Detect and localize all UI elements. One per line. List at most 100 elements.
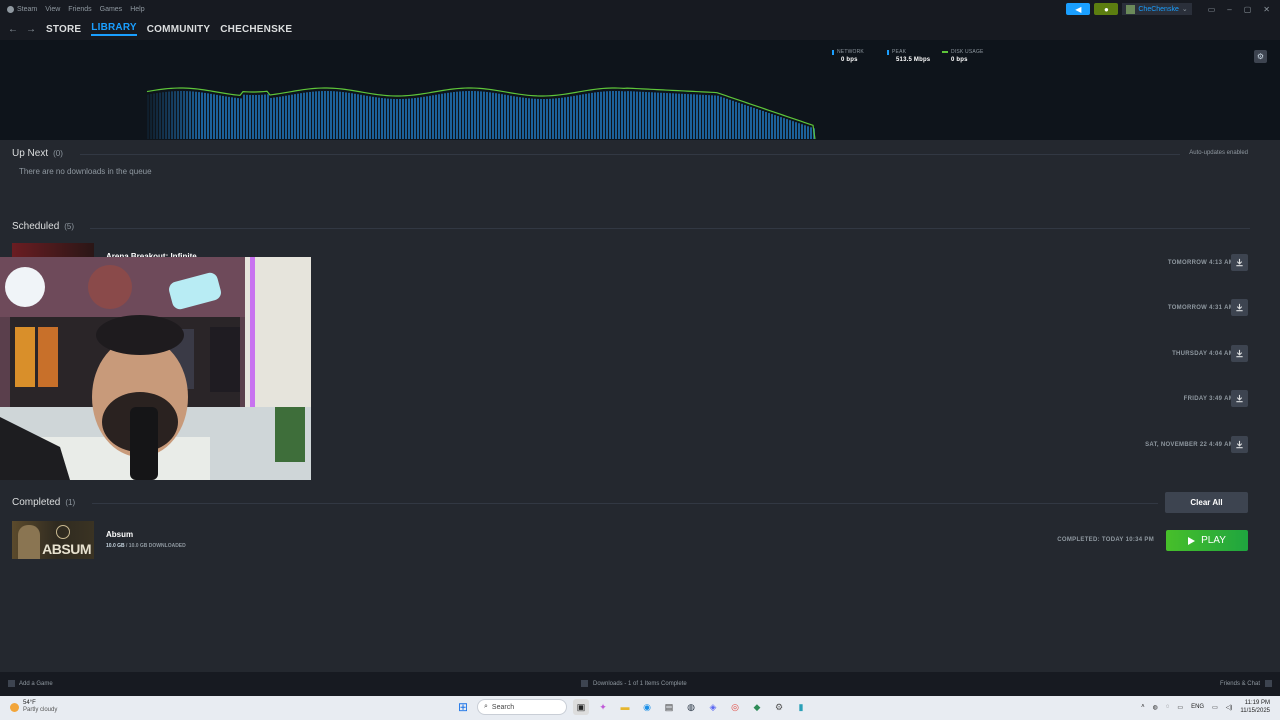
network-bar: [582, 94, 584, 139]
play-button[interactable]: PLAY: [1166, 530, 1248, 551]
network-bar: [213, 94, 215, 139]
clock[interactable]: 11:19 PM 11/15/2025: [1240, 699, 1270, 715]
gear-icon: ⚙: [1256, 52, 1265, 61]
store-icon[interactable]: ▤: [661, 699, 677, 715]
network-bar: [750, 106, 752, 139]
network-bar: [459, 91, 461, 139]
network-bar: [387, 98, 389, 139]
back-arrow-icon[interactable]: ←: [8, 24, 18, 35]
clear-all-button[interactable]: Clear All: [1165, 492, 1248, 513]
network-bar: [732, 100, 734, 139]
network-bar: [735, 101, 737, 139]
downloads-status[interactable]: Downloads - 1 of 1 Items Complete: [581, 680, 687, 687]
network-bar: [432, 95, 434, 139]
network-bar: [267, 94, 269, 139]
download-now-button[interactable]: [1231, 436, 1248, 453]
network-bar: [801, 124, 803, 139]
legend-network-label: NETWORK: [837, 49, 864, 55]
announcements-button[interactable]: ◀: [1066, 3, 1091, 15]
chevron-down-icon: ⌄: [1181, 6, 1188, 13]
tab-store[interactable]: STORE: [46, 24, 81, 35]
maximize-icon[interactable]: ▢: [1244, 5, 1252, 14]
network-bar: [531, 98, 533, 139]
network-bar: [612, 91, 614, 139]
network-bar: [597, 92, 599, 139]
discord-icon[interactable]: ◈: [705, 699, 721, 715]
taskbar-search[interactable]: ⌕ Search: [477, 699, 567, 715]
weather-widget[interactable]: 54°F Partly cloudy: [10, 700, 57, 714]
download-now-button[interactable]: [1231, 390, 1248, 407]
big-picture-icon[interactable]: ▭: [1208, 5, 1216, 14]
menu-friends[interactable]: Friends: [68, 6, 91, 13]
network-bar: [441, 93, 443, 139]
network-bar: [351, 93, 353, 139]
network-bar: [405, 98, 407, 139]
settings-button[interactable]: ⚙: [1254, 50, 1267, 63]
network-bar: [414, 98, 416, 139]
network-bar: [798, 123, 800, 139]
network-bar: [714, 95, 716, 139]
user-menu[interactable]: CheChenske ⌄: [1122, 3, 1192, 15]
forward-arrow-icon[interactable]: →: [26, 24, 36, 35]
network-bar: [225, 96, 227, 139]
network-icon[interactable]: ▭: [1212, 704, 1218, 711]
volume-icon[interactable]: ◁): [1226, 704, 1233, 711]
tab-profile[interactable]: CHECHENSKE: [220, 24, 292, 35]
download-now-button[interactable]: [1231, 254, 1248, 271]
network-bar: [369, 96, 371, 139]
tray-app-icon[interactable]: ◌: [1166, 704, 1170, 710]
download-now-button[interactable]: [1231, 299, 1248, 316]
game-thumbnail[interactable]: ABSUM: [12, 521, 94, 559]
network-bar: [600, 91, 602, 139]
tab-library[interactable]: LIBRARY: [91, 22, 137, 36]
file-explorer-icon[interactable]: ▬: [617, 699, 633, 715]
network-bar: [321, 91, 323, 139]
menu-steam[interactable]: Steam: [17, 6, 37, 13]
copilot-icon[interactable]: ✦: [595, 699, 611, 715]
network-bar: [603, 91, 605, 139]
add-game-button[interactable]: Add a Game: [8, 680, 53, 687]
close-icon[interactable]: ✕: [1263, 5, 1270, 14]
network-bar: [210, 93, 212, 139]
steam-icon[interactable]: ◍: [683, 699, 699, 715]
legend-disk-label: DISK USAGE: [951, 49, 984, 55]
settings-icon[interactable]: ⚙: [771, 699, 787, 715]
tab-community[interactable]: COMMUNITY: [147, 24, 210, 35]
menu-help[interactable]: Help: [130, 6, 144, 13]
completed-game-name[interactable]: Absum: [106, 530, 133, 539]
tray-overflow-icon[interactable]: ˄: [1141, 704, 1145, 710]
app-icon[interactable]: ▮: [793, 699, 809, 715]
tray-app-icon[interactable]: ◍: [1153, 704, 1158, 711]
tray-app-icon[interactable]: ▭: [1177, 704, 1183, 711]
network-bar: [336, 91, 338, 139]
search-placeholder: Search: [491, 703, 515, 711]
divider: [92, 503, 1158, 504]
network-bar: [402, 98, 404, 139]
network-bar: [558, 98, 560, 139]
network-bar: [516, 96, 518, 139]
network-bar: [348, 92, 350, 139]
edge-icon[interactable]: ◉: [639, 699, 655, 715]
auto-updates-status[interactable]: Auto-updates enabled: [1189, 150, 1248, 156]
network-bar: [243, 94, 245, 139]
task-view-icon[interactable]: ▣: [573, 699, 589, 715]
download-icon: [1236, 349, 1243, 358]
network-bar: [438, 94, 440, 139]
menu-games[interactable]: Games: [100, 6, 123, 13]
app-icon[interactable]: ◆: [749, 699, 765, 715]
network-bar: [390, 98, 392, 139]
notifications-button[interactable]: ●: [1094, 3, 1119, 15]
network-bar: [249, 94, 251, 139]
windows-start-icon[interactable]: ⊞: [455, 699, 471, 715]
network-bar: [288, 95, 290, 139]
minimize-icon[interactable]: –: [1227, 5, 1231, 14]
network-bar: [768, 113, 770, 139]
download-now-button[interactable]: [1231, 345, 1248, 362]
chrome-icon[interactable]: ◎: [727, 699, 743, 715]
network-bar: [207, 93, 209, 139]
menu-view[interactable]: View: [45, 6, 60, 13]
scheduled-time: TOMORROW 4:13 AM: [1167, 260, 1234, 266]
friends-chat-button[interactable]: Friends & Chat: [1220, 680, 1272, 687]
download-graph: NETWORK 0 bps PEAK 513.5 Mbps DISK USAGE…: [0, 40, 1280, 140]
language-indicator[interactable]: ENG: [1191, 704, 1204, 710]
